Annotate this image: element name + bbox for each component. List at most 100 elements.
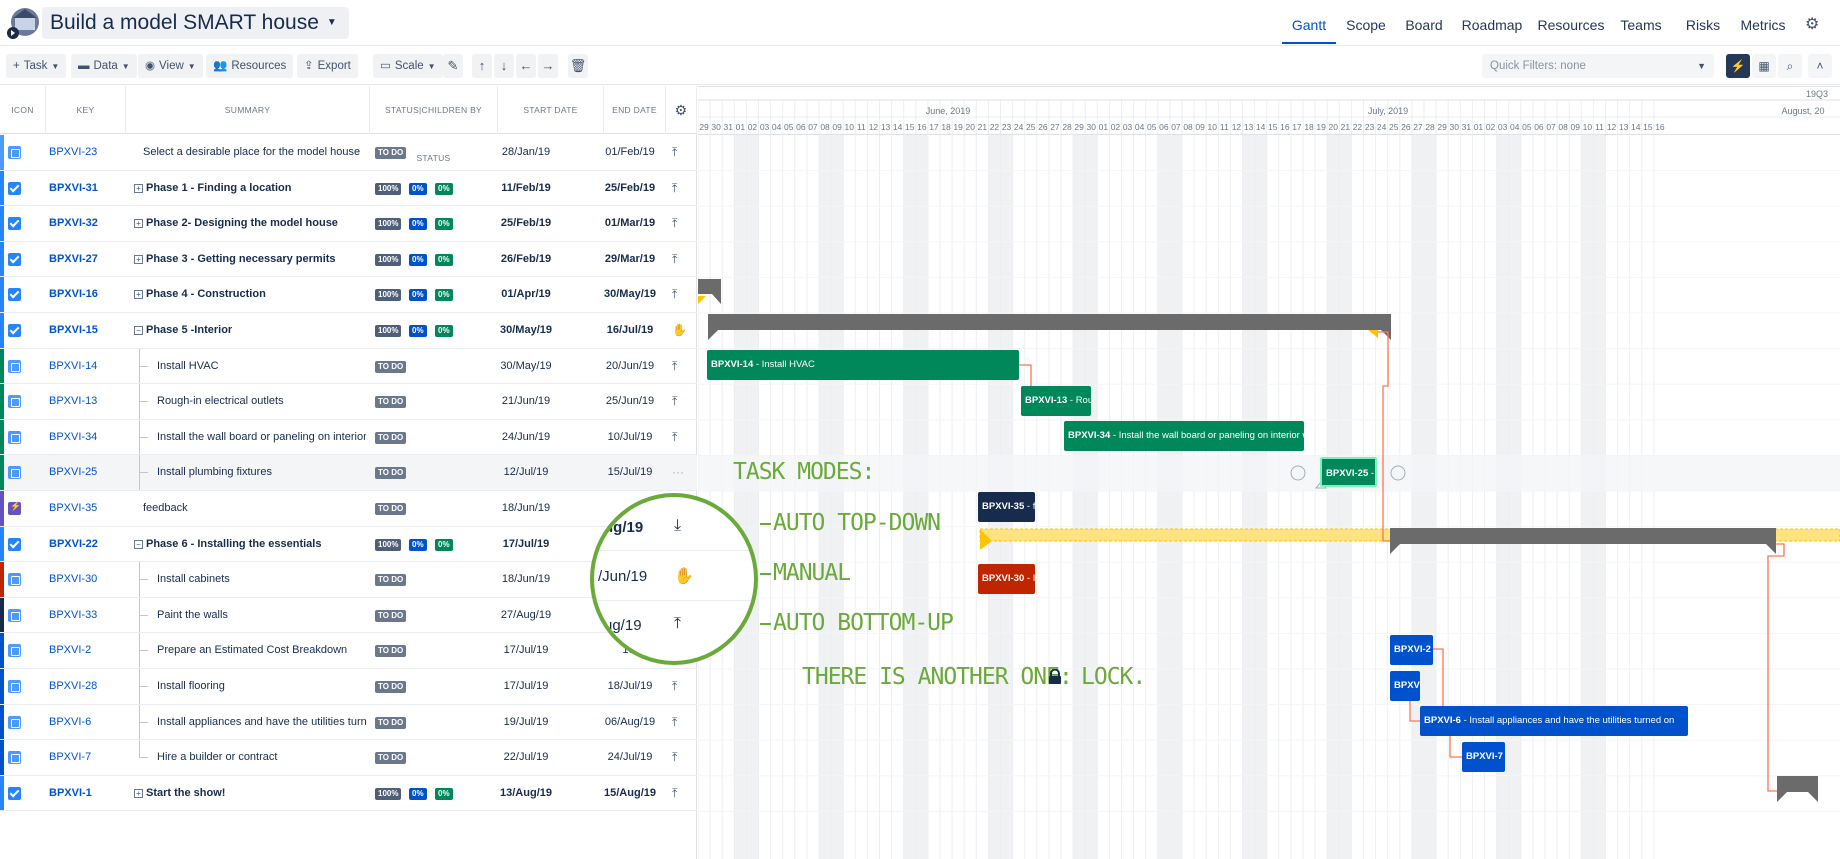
summary-cell[interactable]: Hire a builder or contract [157,740,366,775]
collapse-icon[interactable]: − [134,326,143,335]
table-row[interactable]: BPXVI-16 + Phase 4 - Construction 100% 0% 0% 0… [0,277,697,313]
start-date-cell[interactable]: 18/Jun/19 [481,491,571,526]
collapse-icon[interactable]: − [134,539,143,549]
summary-cell[interactable]: Install appliances and have the utilitie… [157,705,366,740]
start-date-cell[interactable]: 11/Feb/19 [481,171,571,206]
table-row[interactable]: BPXVI-13 Rough-in electrical outlets TO DO… [0,384,697,420]
column-header-status[interactable]: STATUS|CHILDREN BY STATUS [370,86,498,163]
end-date-cell[interactable]: 25/Jun/19 [583,384,677,419]
start-date-cell[interactable]: 19/Jul/19 [481,705,571,740]
issue-key-link[interactable]: BPXVI-28 [49,669,97,704]
auto-bottom-up-icon[interactable]: ⤒ [672,705,677,740]
gantt-bar-bpxvi-2[interactable]: BPXVI-2 - [1390,635,1433,665]
table-row[interactable]: BPXVI-28 Install flooring TO DO 17/Jul/19 18… [0,669,697,705]
table-row[interactable]: BPXVI-25 Install plumbing fixtures TO DO 12… [0,455,697,491]
gantt-bar-bpxvi-28[interactable]: BPXVI [1390,671,1420,701]
table-row[interactable]: BPXVI-14 Install HVAC TO DO 30/May/19 20/Jun… [0,348,697,385]
tab-resources[interactable]: Resources [1534,0,1608,44]
table-row[interactable]: BPXVI-6 Install appliances and have the u… [0,704,697,741]
arrow-right-icon[interactable]: → [538,54,558,78]
end-date-cell[interactable]: 25/Feb/19 [583,171,677,206]
start-date-cell[interactable]: 30/May/19 [481,349,571,384]
column-header-icon[interactable]: ICON [0,86,46,134]
auto-bottom-up-icon[interactable]: ⤒ [672,206,677,241]
issue-key-link[interactable]: BPXVI-23 [49,135,97,170]
issue-key-link[interactable]: BPXVI-15 [49,313,98,348]
issue-key-link[interactable]: BPXVI-16 [49,277,98,312]
auto-bottom-up-icon[interactable]: ⤒ [672,277,677,312]
issue-key-link[interactable]: BPXVI-34 [49,420,97,455]
column-header-start-date[interactable]: START DATE [498,86,604,134]
tab-risks[interactable]: Risks [1680,0,1726,44]
summary-cell[interactable]: Install plumbing fixtures [157,455,366,490]
summary-cell[interactable]: Phase 1 - Finding a location [146,171,366,206]
table-row[interactable]: BPXVI-35 feedback TO DO 18/Jun/19 [0,491,697,527]
end-date-cell[interactable]: 01/Feb/19 [583,135,677,170]
issue-key-link[interactable]: BPXVI-35 [49,491,97,526]
summary-cell[interactable]: Paint the walls [157,598,366,633]
quick-filters-select[interactable]: Quick Filters: none ▼ [1482,54,1714,78]
edit-pencil-icon[interactable]: ✎ [443,54,463,78]
start-date-cell[interactable]: 24/Jun/19 [481,420,571,455]
start-date-cell[interactable]: 18/Jun/19 [481,562,571,597]
auto-bottom-up-icon[interactable]: ⤒ [672,740,677,775]
tab-teams[interactable]: Teams [1616,0,1666,44]
summary-cell[interactable]: feedback [143,491,366,526]
auto-bottom-up-icon[interactable]: ⤒ [672,171,677,206]
column-header-end-date[interactable]: END DATE [604,86,666,134]
auto-bottom-up-icon[interactable]: ⤒ [672,669,677,704]
expand-icon[interactable]: + [134,290,143,300]
auto-bottom-up-icon[interactable]: ⤒ [672,349,677,384]
auto-bottom-up-icon[interactable]: ⤒ [672,242,677,277]
start-date-cell[interactable]: 22/Jul/19 [481,740,571,775]
end-date-cell[interactable]: 15/Jul/19 [583,455,677,490]
summary-cell[interactable]: Phase 3 - Getting necessary permits [146,242,366,277]
table-row[interactable]: BPXVI-23 Select a desirable place for the… [0,135,697,171]
gantt-bar-bpxvi-25[interactable]: BPXVI-25 - In [1320,457,1377,487]
start-date-cell[interactable]: 12/Jul/19 [481,455,571,490]
lightning-icon[interactable]: ⚡ [1726,54,1750,78]
project-selector[interactable]: Build a model SMART house ▼ [42,7,349,39]
table-row[interactable]: BPXVI-2 Prepare an Estimated Cost Breakdo… [0,633,697,669]
task-menu-button[interactable]: + Task ▼ [6,54,67,78]
start-date-cell[interactable]: 27/Aug/19 [481,598,571,633]
issue-key-link[interactable]: BPXVI-22 [49,527,98,562]
summary-cell[interactable]: Install HVAC [157,349,366,384]
gantt-bar-bpxvi-35[interactable]: BPXVI-35 - fe [978,492,1035,522]
issue-key-link[interactable]: BPXVI-7 [49,740,91,775]
issue-key-link[interactable]: BPXVI-14 [49,349,97,384]
calendar-icon[interactable]: ▦ [1752,54,1776,78]
end-date-cell[interactable]: 30/May/19 [583,277,677,312]
expand-icon[interactable]: + [134,254,143,264]
end-date-cell[interactable]: 24/Jul/19 [583,740,677,775]
summary-cell[interactable]: Install cabinets [157,562,366,597]
export-button[interactable]: ⇪ Export [297,54,358,78]
table-row[interactable]: BPXVI-34 Install the wall board or paneli… [0,419,697,456]
column-header-key[interactable]: KEY [46,86,126,134]
start-date-cell[interactable]: 17/Jul/19 [481,633,571,668]
issue-key-link[interactable]: BPXVI-30 [49,562,97,597]
end-date-cell[interactable]: 15/Aug/19 [583,776,677,811]
start-date-cell[interactable]: 25/Feb/19 [481,206,571,241]
summary-cell[interactable]: Phase 2- Designing the model house [146,206,366,241]
gantt-bar-bpxvi-13[interactable]: BPXVI-13 - Roug [1021,386,1091,416]
data-menu-button[interactable]: ▬ Data ▼ [71,54,137,78]
issue-key-link[interactable]: BPXVI-2 [49,633,91,668]
gantt-bar-bpxvi-6[interactable]: BPXVI-6 - Install appliances and have th… [1420,706,1688,736]
issue-key-link[interactable]: BPXVI-32 [49,206,98,241]
start-date-cell[interactable]: 30/May/19 [481,313,571,348]
start-date-cell[interactable]: 21/Jun/19 [481,384,571,419]
gantt-bar-bpxvi-14[interactable]: BPXVI-14 - Install HVAC [707,350,1019,380]
auto-bottom-up-icon[interactable]: ⤒ [672,420,677,455]
issue-key-link[interactable]: BPXVI-25 [49,455,97,490]
resources-button[interactable]: 👥 Resources [206,54,294,78]
manual-hand-icon[interactable]: ✋ [672,313,687,348]
start-date-cell[interactable]: 28/Jan/19 [481,135,571,170]
table-row[interactable]: BPXVI-7 Hire a builder or contract TO DO 22… [0,740,697,776]
tab-scope[interactable]: Scope [1340,0,1392,44]
end-date-cell[interactable]: 10/Jul/19 [583,420,677,455]
view-menu-button[interactable]: ◉ View ▼ [138,54,203,78]
start-date-cell[interactable]: 17/Jul/19 [481,527,571,562]
start-date-cell[interactable]: 13/Aug/19 [481,776,571,811]
issue-key-link[interactable]: BPXVI-31 [49,171,98,206]
